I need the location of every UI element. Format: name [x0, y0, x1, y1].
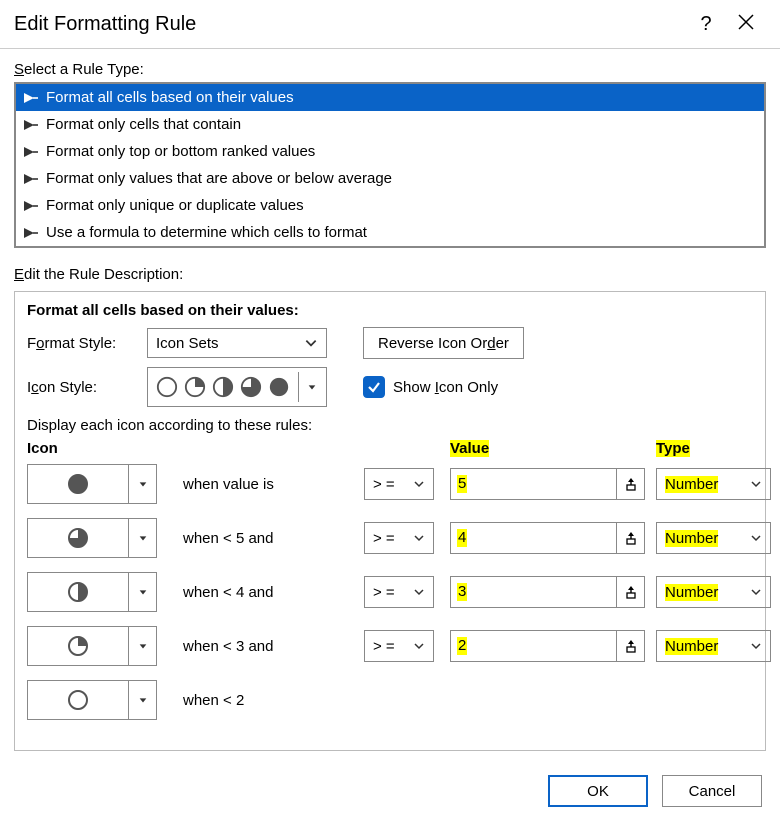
- icon-style-label: Icon Style:: [27, 379, 137, 396]
- value-input[interactable]: [451, 469, 616, 499]
- ok-button[interactable]: OK: [548, 775, 648, 807]
- close-button[interactable]: [726, 14, 766, 35]
- dialog-title: Edit Formatting Rule: [14, 13, 686, 36]
- arrow-icon: [24, 120, 38, 130]
- cancel-button[interactable]: Cancel: [662, 775, 762, 807]
- operator-select[interactable]: > =: [364, 522, 434, 554]
- operator-select[interactable]: > =: [364, 576, 434, 608]
- format-style-combo[interactable]: Icon Sets: [147, 328, 327, 358]
- when-text: when < 3 and: [183, 638, 358, 655]
- rule-type-item[interactable]: Format all cells based on their values: [16, 84, 764, 111]
- range-ref-button[interactable]: [616, 631, 644, 661]
- value-input-group: 3: [450, 576, 645, 608]
- range-ref-button[interactable]: [616, 469, 644, 499]
- icon-picker[interactable]: [27, 518, 157, 558]
- range-ref-button[interactable]: [616, 523, 644, 553]
- close-icon: [738, 14, 754, 30]
- pie-75-icon: [240, 376, 262, 398]
- caret-down-icon: [128, 627, 156, 665]
- edit-formatting-rule-dialog: Edit Formatting Rule ? Select a Rule Typ…: [0, 0, 780, 819]
- value-input-group: 5: [450, 468, 645, 500]
- pie-icon: [28, 472, 128, 496]
- checkmark-icon: [367, 380, 381, 394]
- type-select[interactable]: Number: [656, 522, 771, 554]
- pie-50-icon: [212, 376, 234, 398]
- icon-picker[interactable]: [27, 572, 157, 612]
- pie-icon: [28, 634, 128, 658]
- column-type-header: Type: [656, 440, 690, 457]
- value-input[interactable]: [451, 577, 616, 607]
- range-ref-button[interactable]: [616, 577, 644, 607]
- icon-picker[interactable]: [27, 464, 157, 504]
- icon-style-combo[interactable]: [147, 367, 327, 407]
- rule-type-item[interactable]: Format only cells that contain: [16, 111, 764, 138]
- value-input-group: 2: [450, 630, 645, 662]
- when-text: when < 5 and: [183, 530, 358, 547]
- show-icon-only-label: Show Icon Only: [393, 379, 498, 396]
- pie-icon: [28, 526, 128, 550]
- pie-icon: [28, 688, 128, 712]
- chevron-down-icon: [304, 336, 318, 350]
- arrow-icon: [24, 147, 38, 157]
- pie-25-icon: [184, 376, 206, 398]
- caret-down-icon: [128, 573, 156, 611]
- value-input[interactable]: [451, 631, 616, 661]
- show-icon-only-checkbox[interactable]: [363, 376, 385, 398]
- rule-type-listbox[interactable]: Format all cells based on their values F…: [14, 82, 766, 248]
- type-select[interactable]: Number: [656, 468, 771, 500]
- arrow-icon: [24, 93, 38, 103]
- when-text: when < 2: [183, 692, 358, 709]
- caret-down-icon: [128, 465, 156, 503]
- column-icon-header: Icon: [27, 440, 177, 458]
- rule-type-item[interactable]: Format only top or bottom ranked values: [16, 138, 764, 165]
- caret-down-icon: [128, 681, 156, 719]
- format-style-label: Format Style:: [27, 335, 137, 352]
- display-rules-label: Display each icon according to these rul…: [27, 417, 753, 434]
- titlebar: Edit Formatting Rule ?: [0, 0, 780, 48]
- edit-rule-description-label: Edit the Rule Description:: [14, 266, 766, 283]
- pie-icon: [28, 580, 128, 604]
- icon-picker[interactable]: [27, 626, 157, 666]
- help-button[interactable]: ?: [686, 13, 726, 36]
- value-input[interactable]: [451, 523, 616, 553]
- type-select[interactable]: Number: [656, 630, 771, 662]
- section-title: Format all cells based on their values:: [27, 302, 753, 319]
- select-rule-type-label: Select a Rule Type:: [14, 61, 766, 78]
- operator-select[interactable]: > =: [364, 468, 434, 500]
- when-text: when value is: [183, 476, 358, 493]
- arrow-icon: [24, 228, 38, 238]
- rule-type-item[interactable]: Format only unique or duplicate values: [16, 192, 764, 219]
- rule-type-item[interactable]: Use a formula to determine which cells t…: [16, 219, 764, 246]
- arrow-icon: [24, 201, 38, 211]
- rule-type-item[interactable]: Format only values that are above or bel…: [16, 165, 764, 192]
- type-select[interactable]: Number: [656, 576, 771, 608]
- value-input-group: 4: [450, 522, 645, 554]
- operator-select[interactable]: > =: [364, 630, 434, 662]
- pie-0-icon: [156, 376, 178, 398]
- icon-picker[interactable]: [27, 680, 157, 720]
- pie-100-icon: [268, 376, 290, 398]
- caret-down-icon: [128, 519, 156, 557]
- when-text: when < 4 and: [183, 584, 358, 601]
- arrow-icon: [24, 174, 38, 184]
- column-value-header: Value: [450, 440, 489, 457]
- rule-description-section: Format all cells based on their values: …: [14, 291, 766, 751]
- reverse-icon-order-button[interactable]: Reverse Icon Order: [363, 327, 524, 359]
- caret-down-icon: [307, 382, 317, 392]
